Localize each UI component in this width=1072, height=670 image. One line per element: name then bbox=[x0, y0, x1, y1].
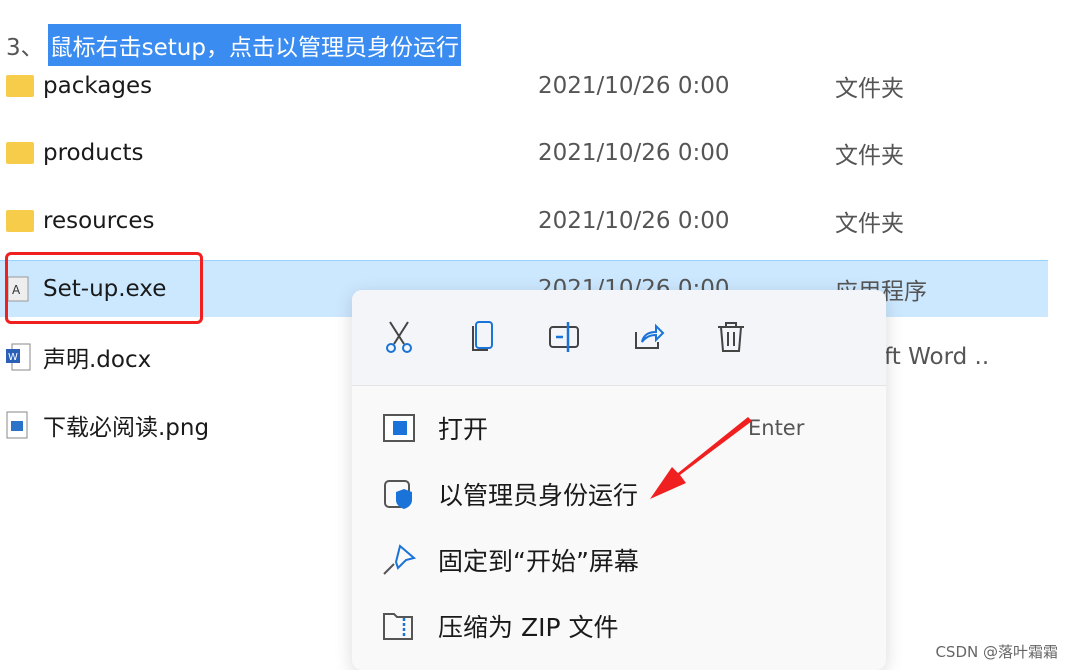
menu-label: 以管理员身份运行 bbox=[438, 481, 639, 510]
file-type: 文件夹 bbox=[835, 211, 904, 237]
context-toolbar bbox=[352, 290, 886, 386]
zip-folder-icon bbox=[383, 613, 413, 640]
file-date: 2021/10/26 0:00 bbox=[538, 73, 730, 99]
file-name: products bbox=[43, 140, 144, 166]
file-name: packages bbox=[43, 73, 153, 99]
annotation-arrow bbox=[650, 417, 752, 499]
menu-label: 固定到“开始”屏幕 bbox=[438, 547, 639, 576]
file-type: 文件夹 bbox=[835, 76, 904, 102]
menu-item-zip[interactable]: 压缩为 ZIP 文件 bbox=[382, 606, 618, 646]
file-type: 文件夹 bbox=[835, 143, 904, 169]
file-name: 下载必阅读.png bbox=[43, 415, 210, 441]
watermark: CSDN @落叶霜霜 bbox=[935, 643, 1058, 661]
copy-icon[interactable] bbox=[466, 320, 500, 354]
rename-icon[interactable] bbox=[548, 320, 582, 354]
annotation-box bbox=[5, 252, 203, 324]
file-date: 2021/10/26 0:00 bbox=[538, 140, 730, 166]
file-name: resources bbox=[43, 208, 155, 234]
folder-icon bbox=[6, 75, 34, 97]
step-number: 3、 bbox=[6, 35, 44, 61]
menu-label: 打开 bbox=[438, 415, 489, 444]
file-name: 声明.docx bbox=[43, 347, 152, 373]
folder-icon bbox=[6, 210, 34, 232]
open-icon bbox=[383, 414, 415, 442]
file-row-resources[interactable]: resources 2021/10/26 0:00 文件夹 bbox=[0, 193, 1048, 249]
cut-icon[interactable] bbox=[382, 320, 416, 354]
pin-icon bbox=[383, 544, 416, 575]
menu-item-run-as-admin[interactable]: 以管理员身份运行 bbox=[382, 474, 638, 514]
folder-icon bbox=[6, 142, 34, 164]
svg-text:W: W bbox=[8, 352, 18, 363]
file-row-packages[interactable]: packages 2021/10/26 0:00 文件夹 bbox=[0, 58, 1048, 114]
share-icon[interactable] bbox=[632, 320, 666, 354]
shield-admin-icon bbox=[384, 480, 412, 509]
file-date: 2021/10/26 0:00 bbox=[538, 208, 730, 234]
file-row-products[interactable]: products 2021/10/26 0:00 文件夹 bbox=[0, 125, 1048, 181]
context-menu: 打开 Enter 以管理员身份运行 固定到“开始”屏幕 压缩为 ZIP 文件 bbox=[352, 290, 886, 670]
menu-label: 压缩为 ZIP 文件 bbox=[438, 613, 619, 642]
word-doc-icon: W bbox=[6, 343, 31, 371]
menu-item-pin-start[interactable]: 固定到“开始”屏幕 bbox=[382, 540, 639, 580]
delete-icon[interactable] bbox=[714, 320, 748, 354]
image-file-icon bbox=[6, 411, 28, 439]
menu-item-open[interactable]: 打开 Enter bbox=[382, 408, 804, 448]
